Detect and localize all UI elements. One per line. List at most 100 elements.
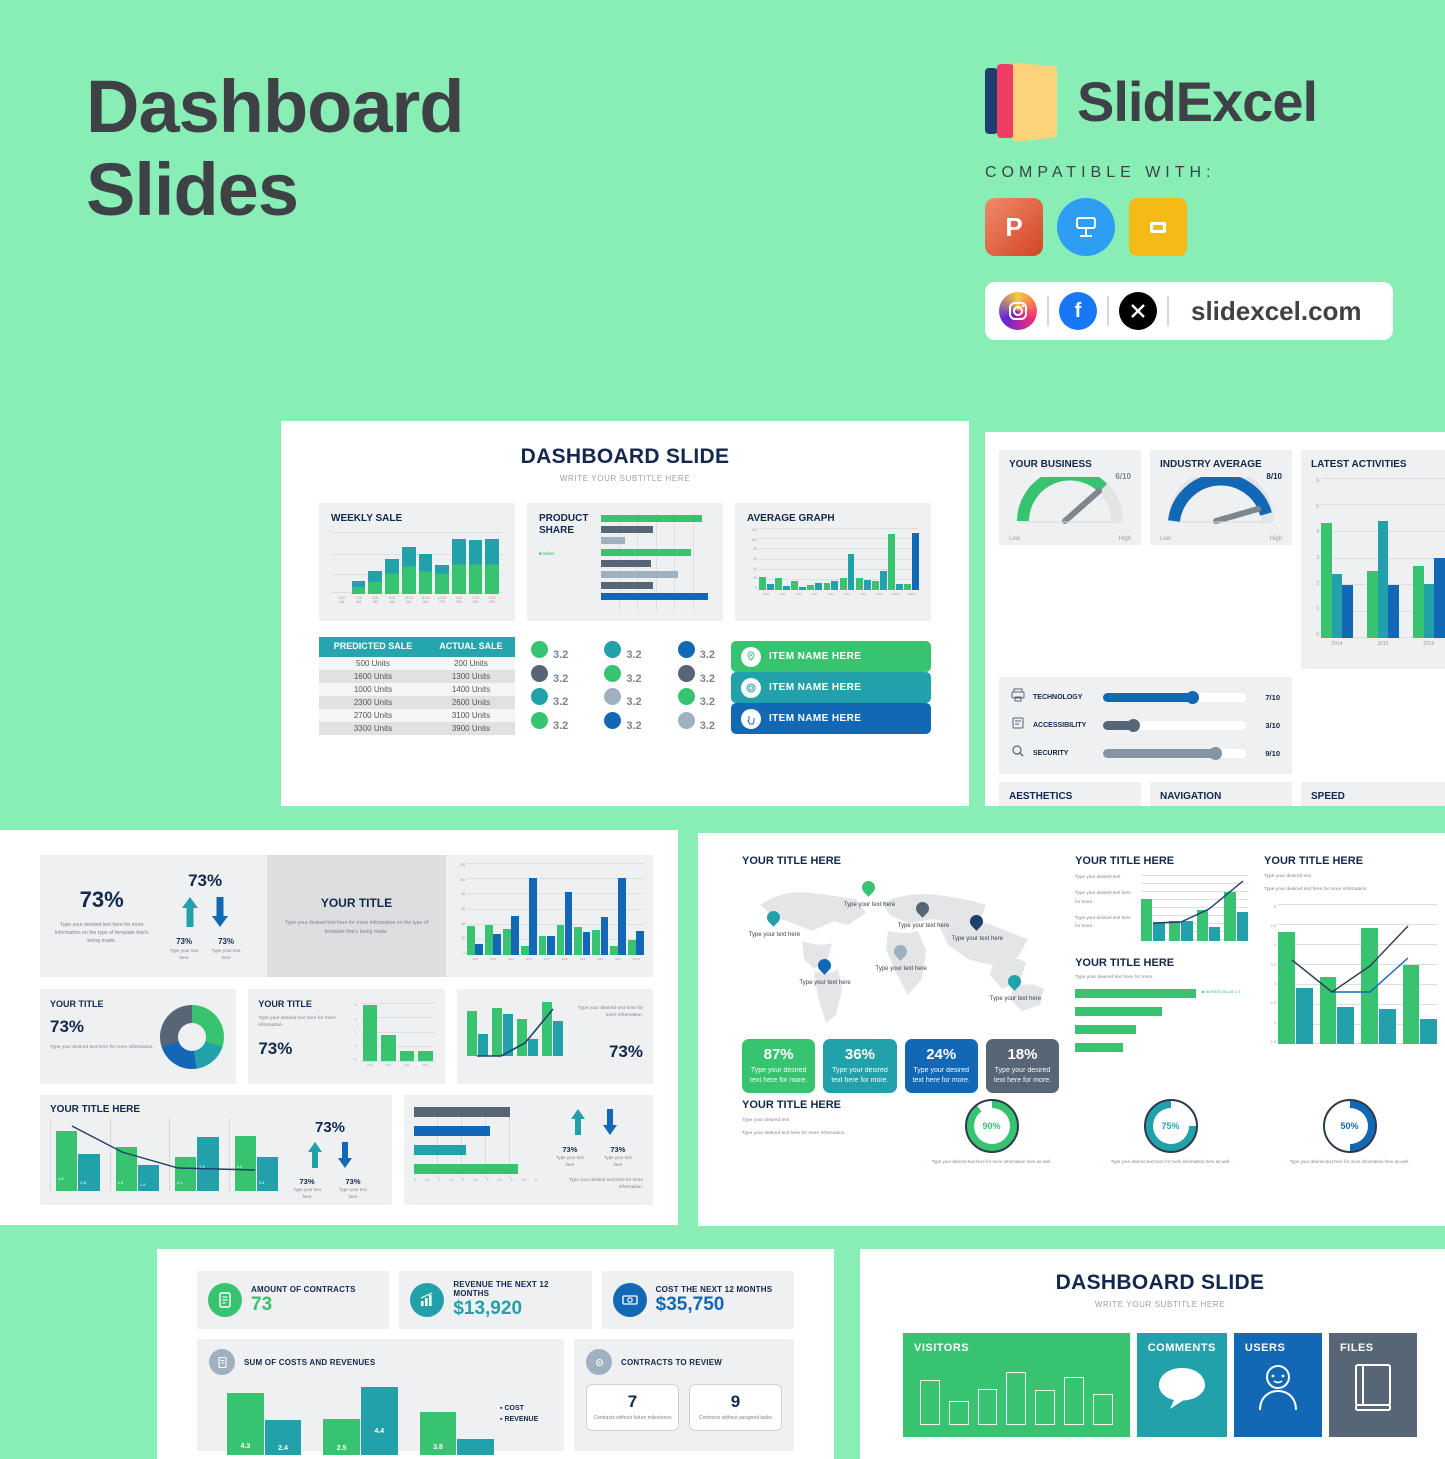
slide-dashboard-3[interactable]: 73% Type your desired text here for more… — [0, 830, 678, 1225]
table-header-actual: ACTUAL SALE — [426, 637, 515, 657]
slider-label: TECHNOLOGY — [1033, 694, 1083, 701]
cell: 500 Units — [319, 656, 427, 670]
panel-contracts-to-review: CONTRACTS TO REVIEW 7 Contracts without … — [574, 1339, 794, 1451]
sum-costs-chart: 4.3 2.4 2.5 4.4 3.8 ▪ COST ▪ REVENUE — [209, 1383, 552, 1455]
x-twitter-icon[interactable] — [1119, 292, 1157, 330]
slider-track-technology[interactable] — [1103, 691, 1246, 704]
slide-dashboard-4[interactable]: YOUR TITLE HERE Type your text here Type… — [698, 833, 1445, 1226]
legend-revenue: ▪ REVENUE — [500, 1416, 539, 1423]
map-pin-1[interactable]: Type your text here — [749, 908, 800, 938]
tile-users[interactable]: USERS — [1233, 1333, 1322, 1437]
page-title-line1: Dashboard — [86, 65, 465, 148]
kpi-cost-next-12-months: COST THE NEXT 12 MONTHS $35,750 — [601, 1271, 794, 1329]
pct-card-2: 36% Type your desired text here for more… — [823, 1039, 897, 1094]
panel-product-title: PRODUCT SHARE — [539, 513, 589, 536]
dot-metric: 3.2 — [531, 688, 568, 710]
slide-dashboard-1[interactable]: DASHBOARD SLIDE WRITE YOUR SUBTITLE HERE… — [281, 421, 969, 806]
cell: 1000 Units — [319, 682, 427, 696]
stat-desc: Type your desired text here for more inf… — [54, 921, 149, 945]
map-pin-5[interactable]: Type your text here — [799, 956, 851, 986]
average-graph-chart: 120 100 80 60 40 20 0 3/14 2/14 7/14 9/1… — [747, 528, 920, 608]
item-button-1[interactable]: ITEM NAME HERE — [731, 641, 931, 672]
slide4-mid-title-2: YOUR TITLE HERE — [1075, 957, 1175, 969]
slide-dashboard-2[interactable]: YOUR BUSINESS 6/10 Low High INDUSTRY AVE… — [985, 432, 1445, 806]
map-pin-3[interactable]: Type your text here — [898, 899, 949, 929]
map-pin-4[interactable]: Type your text here — [952, 911, 1003, 942]
map-pin-6[interactable]: Type your text here — [876, 941, 927, 972]
slide6-subtitle: WRITE YOUR SUBTITLE HERE — [1094, 1300, 1226, 1309]
predicted-actual-table: PREDICTED SALE ACTUAL SALE 500 Units 200 … — [319, 637, 515, 744]
panel-speed: SPEED — [1301, 782, 1445, 806]
slider-row-security[interactable]: SECURITY 9/10 — [1011, 744, 1280, 763]
donut-desc: Type your desired text here for more inf… — [50, 1045, 154, 1050]
table-row: 2700 Units 3100 Units — [319, 708, 515, 722]
facebook-icon[interactable]: f — [1059, 292, 1097, 330]
slide4-mid-desc-2: Type your desired text here for more. — [1075, 890, 1131, 904]
dot-value: 3.2 — [553, 696, 569, 709]
cell: 1400 Units — [426, 682, 515, 696]
slide-dashboard-5[interactable]: AMOUNT OF CONTRACTS 73 REVENUE THE NEXT … — [157, 1249, 834, 1459]
cell: 3100 Units — [426, 708, 515, 722]
item-button-3[interactable]: ITEM NAME HERE — [731, 703, 931, 734]
pct-card-1: 87% Type your desired text here for more… — [742, 1039, 816, 1094]
website-link[interactable]: slidexcel.com — [1191, 296, 1362, 327]
kpi-label: REVENUE THE NEXT 12 MONTHS — [453, 1280, 549, 1298]
panel-small-bar: YOUR TITLE Type your desired text here f… — [248, 989, 445, 1084]
dot-value: 3.2 — [699, 672, 715, 685]
tile-comments[interactable]: COMMENTS — [1136, 1333, 1227, 1437]
slider-label: ACCESSIBILITY — [1033, 722, 1087, 729]
item-button-2[interactable]: ITEM NAME HERE — [731, 672, 931, 703]
table-header-predicted: PREDICTED SALE — [319, 637, 427, 657]
book-icon — [1340, 1362, 1406, 1412]
kpi-value: 73 — [251, 1293, 273, 1315]
slider-row-technology[interactable]: TECHNOLOGY 7/10 — [1011, 688, 1280, 707]
slider-track-security[interactable] — [1103, 747, 1246, 760]
slide4-right-chart: 5 4.5 4 3.5 3 2.5 2 1.5 — [1264, 903, 1437, 1052]
keynote-icon — [1057, 198, 1115, 256]
small-bar-title: YOUR TITLE — [258, 999, 312, 1009]
divider — [1167, 296, 1169, 326]
pct-card-value: 87% — [763, 1046, 794, 1063]
instagram-icon[interactable] — [999, 292, 1037, 330]
slide4-mid-desc-4: Type your desired text here for more. — [1075, 975, 1154, 980]
donut-stat: 73% — [50, 1017, 85, 1036]
latest-activities-chart: 6543210 2014 2015 2016 — [1311, 478, 1445, 656]
gauge-low-label: Low — [1160, 536, 1172, 542]
map-pin-label: Type your text here — [843, 902, 896, 909]
stat-value: 73% — [79, 886, 124, 912]
panel-sliders: TECHNOLOGY 7/10 ACCESSIBILITY 3/10 SECUR… — [999, 677, 1292, 774]
dot-value: 3.2 — [699, 696, 715, 709]
map-pin-label: Type your text here — [799, 979, 851, 986]
hbar-arrow-up-desc: Type your text here — [556, 1155, 584, 1167]
panel-stat-text: 73% Type your desired text here for more… — [40, 855, 267, 977]
arrow-up-icon — [307, 1140, 323, 1175]
slide4-right-desc-1: Type your desired text — [1264, 874, 1312, 879]
table-row: 1000 Units 1400 Units — [319, 682, 515, 696]
legend-label: REVENUE — [504, 1416, 539, 1423]
dot-value: 3.2 — [553, 649, 569, 661]
tile-label: USERS — [1244, 1342, 1286, 1354]
sum-costs-title: SUM OF COSTS AND REVENUES — [244, 1357, 376, 1367]
panel-average-title: AVERAGE GRAPH — [747, 513, 835, 524]
tile-files[interactable]: FILES — [1328, 1333, 1417, 1437]
panel-top-bar-chart: 120 100 80 60 40 20 0 1/14 2/14 3/14 4/1… — [446, 855, 653, 977]
map-pin-7[interactable]: Type your text here — [990, 971, 1041, 1002]
map-pin-label: Type your text here — [875, 965, 927, 972]
slider-track-accessibility[interactable] — [1103, 719, 1246, 732]
map-pin-2[interactable]: Type your text here — [844, 878, 895, 908]
slide-dashboard-6[interactable]: DASHBOARD SLIDE WRITE YOUR SUBTITLE HERE… — [860, 1249, 1445, 1459]
brand-row: SlidExcel — [985, 62, 1405, 142]
map-pin-label: Type your text here — [951, 935, 1003, 942]
tile-label: COMMENTS — [1147, 1342, 1216, 1354]
gauge-high-label: High — [1269, 536, 1282, 542]
brand-block: SlidExcel COMPATIBLE WITH: P f slidexcel… — [985, 62, 1405, 340]
cell: 2300 Units — [319, 695, 427, 709]
tile-visitors[interactable]: VISITORS — [903, 1333, 1130, 1437]
arrow-down-icon — [602, 1107, 618, 1142]
slide3-combo-chart — [466, 999, 563, 1074]
gauge-high-label: High — [1118, 536, 1131, 542]
legend-label: COST — [504, 1405, 524, 1412]
donut-50: 50% Type your desired text here for more… — [1262, 1099, 1437, 1165]
bottom-arrow-down-desc: Type your text here — [339, 1187, 367, 1199]
slider-row-accessibility[interactable]: ACCESSIBILITY 3/10 — [1011, 716, 1280, 735]
